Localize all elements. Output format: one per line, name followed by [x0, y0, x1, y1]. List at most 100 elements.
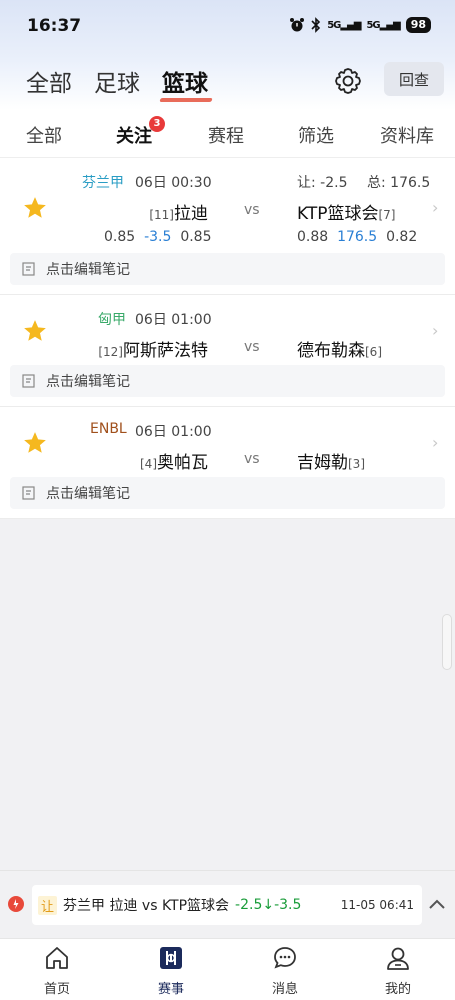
tab-schedule[interactable]: 赛程	[208, 122, 244, 148]
tab-followed-label: 关注	[116, 126, 152, 147]
edit-note-button[interactable]: 点击编辑笔记	[10, 477, 445, 509]
vs-label: vs	[244, 451, 260, 467]
edit-note-label: 点击编辑笔记	[46, 262, 130, 278]
vs-label: vs	[244, 202, 260, 218]
league-name: 芬兰甲	[82, 175, 124, 191]
home-rank: [4]	[140, 457, 157, 471]
away-team-name: KTP篮球会	[297, 204, 379, 224]
tab-all[interactable]: 全部	[26, 122, 62, 148]
match-card[interactable]: 芬兰甲 06日 00:30 让: -2.5 总: 176.5 [11]拉迪 vs…	[0, 158, 455, 295]
home-team-name: 拉迪	[174, 204, 208, 224]
star-icon[interactable]	[22, 195, 48, 221]
alarm-icon	[290, 18, 305, 32]
vs-label: vs	[244, 339, 260, 355]
nav-messages[interactable]: 消息	[245, 939, 325, 1000]
home-team-name: 奥帕瓦	[157, 453, 208, 473]
signal-5g-icon: 5G▂▄▆	[327, 19, 361, 31]
league-name: ENBL	[90, 421, 127, 437]
followed-count-badge: 3	[149, 116, 165, 132]
home-team: [12]阿斯萨法特	[98, 336, 208, 361]
away-team: 德布勒森[6]	[297, 336, 382, 361]
tab-database[interactable]: 资料库	[380, 122, 434, 148]
chevron-right-icon[interactable]: ›	[432, 321, 438, 340]
total-line: 总: 176.5	[367, 175, 431, 191]
edit-note-label: 点击编辑笔记	[46, 374, 130, 390]
match-time: 06日 00:30	[135, 175, 212, 191]
odds-right: 0.88 176.5 0.82	[297, 229, 417, 245]
match-icon	[160, 947, 182, 969]
away-rank: [3]	[348, 457, 365, 471]
odds-right-line: 176.5	[337, 229, 378, 245]
sub-tabs: 全部 关注 3 赛程 筛选 资料库	[0, 110, 455, 164]
message-icon	[274, 947, 296, 969]
ticker-tag: 让	[38, 895, 58, 915]
signal-5g-icon-2: 5G▂▄▆	[366, 19, 400, 31]
sport-tab-all[interactable]: 全部	[26, 64, 72, 98]
tab-all-label: 全部	[26, 126, 62, 147]
away-rank: [6]	[365, 345, 382, 359]
tab-filter-label: 筛选	[298, 126, 334, 147]
scroll-handle[interactable]	[442, 614, 452, 670]
away-team-name: 吉姆勒	[297, 453, 348, 473]
nav-matches-label: 赛事	[157, 982, 184, 997]
away-team: 吉姆勒[3]	[297, 448, 365, 473]
away-rank: [7]	[378, 208, 396, 222]
odds-right-over: 0.88	[297, 229, 329, 245]
away-team: KTP篮球会[7]	[297, 199, 395, 224]
home-team: [4]奥帕瓦	[140, 448, 208, 473]
edit-note-icon	[22, 262, 35, 276]
battery-icon: 98	[405, 17, 431, 33]
home-team: [11]拉迪	[149, 199, 208, 224]
edit-note-button[interactable]: 点击编辑笔记	[10, 365, 445, 397]
alert-icon	[8, 896, 24, 912]
nav-home-label: 首页	[43, 982, 70, 997]
match-list: 芬兰甲 06日 00:30 让: -2.5 总: 176.5 [11]拉迪 vs…	[0, 158, 455, 519]
odds-left: 0.85 -3.5 0.85	[104, 229, 211, 245]
odds-right-under: 0.82	[386, 229, 418, 245]
nav-profile-label: 我的	[384, 982, 411, 997]
gear-icon[interactable]	[333, 66, 363, 96]
profile-icon	[387, 947, 409, 970]
edit-note-label: 点击编辑笔记	[46, 486, 130, 502]
odds-ticker[interactable]: 让 芬兰甲 拉迪 vs KTP篮球会 -2.5↓-3.5 11-05 06:41	[0, 870, 455, 937]
match-time: 06日 01:00	[135, 312, 212, 328]
chevron-up-icon[interactable]	[428, 897, 446, 911]
nav-home[interactable]: 首页	[17, 939, 97, 1000]
sport-tab-football[interactable]: 足球	[94, 64, 140, 98]
nav-messages-label: 消息	[271, 982, 298, 997]
bottom-nav: 首页 赛事 消息 我的	[0, 938, 455, 1000]
edit-note-icon	[22, 486, 35, 500]
status-time: 16:37	[27, 16, 82, 36]
odds-left-home: 0.85	[104, 229, 136, 245]
home-team-name: 阿斯萨法特	[123, 341, 208, 361]
status-icons: 5G▂▄▆ 5G▂▄▆ 98	[289, 17, 431, 33]
ticker-text: 芬兰甲 拉迪 vs KTP篮球会	[63, 898, 230, 914]
nav-matches[interactable]: 赛事	[131, 939, 211, 1000]
tab-filter[interactable]: 筛选	[298, 122, 334, 148]
league-name: 匈甲	[98, 312, 126, 328]
home-rank: [12]	[98, 345, 123, 359]
tab-database-label: 资料库	[380, 126, 434, 147]
chevron-right-icon[interactable]: ›	[432, 433, 438, 452]
odds-left-away: 0.85	[180, 229, 212, 245]
away-team-name: 德布勒森	[297, 341, 365, 361]
sport-tab-basketball[interactable]: 篮球	[162, 64, 208, 98]
ticker-change: -2.5↓-3.5	[235, 897, 302, 913]
review-button[interactable]: 回查	[384, 62, 444, 96]
star-icon[interactable]	[22, 430, 48, 456]
chevron-right-icon[interactable]: ›	[432, 198, 438, 217]
ticker-message[interactable]: 让 芬兰甲 拉迪 vs KTP篮球会 -2.5↓-3.5 11-05 06:41	[32, 885, 422, 925]
edit-note-button[interactable]: 点击编辑笔记	[10, 253, 445, 285]
tab-schedule-label: 赛程	[208, 126, 244, 147]
match-card[interactable]: 匈甲 06日 01:00 [12]阿斯萨法特 vs 德布勒森[6] › 点击编辑…	[0, 295, 455, 407]
star-icon[interactable]	[22, 318, 48, 344]
ticker-time: 11-05 06:41	[340, 898, 414, 912]
home-icon	[46, 947, 68, 969]
edit-note-icon	[22, 374, 35, 388]
handicap-line: 让: -2.5	[297, 175, 348, 191]
odds-left-line: -3.5	[144, 229, 172, 245]
nav-profile[interactable]: 我的	[358, 939, 438, 1000]
tab-followed[interactable]: 关注 3	[116, 116, 165, 164]
match-time: 06日 01:00	[135, 424, 212, 440]
match-card[interactable]: ENBL 06日 01:00 [4]奥帕瓦 vs 吉姆勒[3] › 点击编辑笔记	[0, 407, 455, 519]
